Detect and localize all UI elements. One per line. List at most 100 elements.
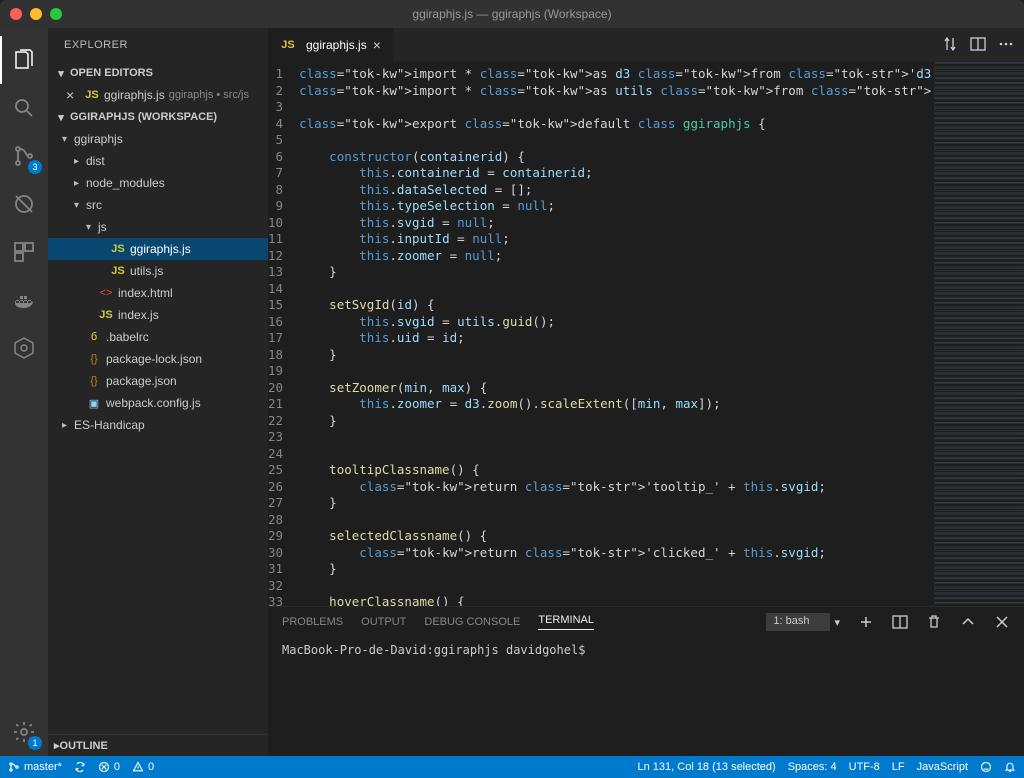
workspace-section[interactable]: ▾ GGIRAPHJS (WORKSPACE) bbox=[48, 106, 268, 128]
tree-item-label: webpack.config.js bbox=[106, 396, 201, 410]
open-editor-name: ggiraphjs.js bbox=[104, 88, 165, 102]
sb-errors[interactable]: 0 bbox=[98, 761, 120, 773]
tree-item-label: ggiraphjs.js bbox=[130, 242, 191, 256]
close-icon[interactable]: × bbox=[66, 87, 82, 103]
settings-icon[interactable]: 1 bbox=[0, 708, 48, 756]
file-icon: б bbox=[86, 331, 102, 343]
sb-cursor[interactable]: Ln 131, Col 18 (13 selected) bbox=[638, 761, 776, 773]
panel-tab-terminal[interactable]: TERMINAL bbox=[538, 614, 594, 630]
split-editor-icon[interactable] bbox=[970, 36, 986, 55]
sb-branch[interactable]: master* bbox=[8, 761, 62, 773]
chevron-down-icon: ▾ bbox=[54, 67, 68, 80]
tree-item-label: utils.js bbox=[130, 264, 163, 278]
tree-item[interactable]: <>index.html bbox=[48, 282, 268, 304]
chevron-down-icon: ▾ bbox=[54, 111, 68, 124]
tree-item[interactable]: JSindex.js bbox=[48, 304, 268, 326]
twisty-icon: ▾ bbox=[62, 134, 74, 145]
twisty-icon: ▾ bbox=[86, 222, 98, 233]
explorer-icon[interactable] bbox=[0, 36, 48, 84]
sb-lang[interactable]: JavaScript bbox=[917, 761, 968, 773]
maximize-panel-icon[interactable] bbox=[960, 614, 976, 630]
open-editor-path: ggiraphjs • src/js bbox=[169, 89, 249, 101]
open-editor-item[interactable]: × JS ggiraphjs.js ggiraphjs • src/js bbox=[48, 84, 268, 106]
open-editors-section[interactable]: ▾ OPEN EDITORS bbox=[48, 62, 268, 84]
terminal-prompt: MacBook-Pro-de-David:ggiraphjs davidgohe… bbox=[282, 643, 585, 657]
sidebar: EXPLORER ▾ OPEN EDITORS × JS ggiraphjs.j… bbox=[48, 28, 268, 756]
settings-badge: 1 bbox=[28, 736, 42, 750]
tree-item[interactable]: ▸dist bbox=[48, 150, 268, 172]
kubernetes-icon[interactable] bbox=[0, 324, 48, 372]
tree-item-label: node_modules bbox=[86, 176, 165, 190]
activity-bar: 3 1 bbox=[0, 28, 48, 756]
sb-bell-icon[interactable] bbox=[1004, 761, 1016, 773]
tree-item-label: .babelrc bbox=[106, 330, 149, 344]
file-icon: {} bbox=[86, 375, 102, 387]
tree-item[interactable]: ▣webpack.config.js bbox=[48, 392, 268, 414]
tree-item[interactable]: ▾src bbox=[48, 194, 268, 216]
code-editor[interactable]: 1234567891011121314151617181920212223242… bbox=[268, 62, 934, 606]
js-file-icon: JS bbox=[84, 89, 100, 101]
outline-section[interactable]: ▸ OUTLINE bbox=[48, 734, 268, 756]
panel-tab-debug[interactable]: DEBUG CONSOLE bbox=[424, 616, 520, 628]
file-icon: {} bbox=[86, 353, 102, 365]
tab-ggiraphjs[interactable]: JS ggiraphjs.js × bbox=[268, 28, 394, 62]
line-gutter: 1234567891011121314151617181920212223242… bbox=[268, 62, 299, 606]
compare-changes-icon[interactable] bbox=[942, 36, 958, 55]
sb-feedback-icon[interactable] bbox=[980, 761, 992, 773]
debug-icon[interactable] bbox=[0, 180, 48, 228]
file-icon: JS bbox=[110, 265, 126, 277]
close-window-button[interactable] bbox=[10, 8, 22, 20]
close-icon[interactable]: × bbox=[373, 37, 381, 53]
tree-item-label: ggiraphjs bbox=[74, 132, 123, 146]
scm-badge: 3 bbox=[28, 160, 42, 174]
sb-warnings[interactable]: 0 bbox=[132, 761, 154, 773]
split-terminal-icon[interactable] bbox=[892, 614, 908, 630]
tree-item[interactable]: ▾ggiraphjs bbox=[48, 128, 268, 150]
close-panel-icon[interactable] bbox=[994, 614, 1010, 630]
twisty-icon: ▸ bbox=[74, 156, 86, 167]
docker-icon[interactable] bbox=[0, 276, 48, 324]
tree-item-label: src bbox=[86, 198, 102, 212]
maximize-window-button[interactable] bbox=[50, 8, 62, 20]
extensions-icon[interactable] bbox=[0, 228, 48, 276]
status-bar: master* 0 0 Ln 131, Col 18 (13 selected)… bbox=[0, 756, 1024, 778]
tree-item-label: js bbox=[98, 220, 107, 234]
twisty-icon: ▾ bbox=[74, 200, 86, 211]
tree-item[interactable]: ▾js bbox=[48, 216, 268, 238]
code-content[interactable]: class="tok-kw">import * class="tok-kw">a… bbox=[299, 62, 934, 606]
titlebar: ggiraphjs.js — ggiraphjs (Workspace) bbox=[0, 0, 1024, 28]
tree-item[interactable]: JS ggiraphjs.js bbox=[48, 238, 268, 260]
tree-item[interactable]: JS utils.js bbox=[48, 260, 268, 282]
search-icon[interactable] bbox=[0, 84, 48, 132]
terminal-select[interactable]: 1: bash bbox=[766, 613, 830, 631]
panel-tab-output[interactable]: OUTPUT bbox=[361, 616, 406, 628]
tab-bar: JS ggiraphjs.js × bbox=[268, 28, 1024, 62]
minimize-window-button[interactable] bbox=[30, 8, 42, 20]
panel-tab-problems[interactable]: PROBLEMS bbox=[282, 616, 343, 628]
new-terminal-icon[interactable] bbox=[858, 614, 874, 630]
window-title: ggiraphjs.js — ggiraphjs (Workspace) bbox=[412, 7, 611, 21]
tree-item[interactable]: ▸ES-Handicap bbox=[48, 414, 268, 436]
tree-item[interactable]: б .babelrc bbox=[48, 326, 268, 348]
tab-label: ggiraphjs.js bbox=[306, 38, 367, 52]
file-icon: JS bbox=[110, 243, 126, 255]
tree-item-label: package.json bbox=[106, 374, 177, 388]
file-icon: <> bbox=[98, 287, 114, 299]
scm-icon[interactable]: 3 bbox=[0, 132, 48, 180]
sidebar-title: EXPLORER bbox=[48, 28, 268, 62]
sb-encoding[interactable]: UTF-8 bbox=[849, 761, 880, 773]
sb-eol[interactable]: LF bbox=[892, 761, 905, 773]
minimap[interactable] bbox=[934, 62, 1024, 606]
trash-icon[interactable] bbox=[926, 614, 942, 630]
tree-item-label: package-lock.json bbox=[106, 352, 202, 366]
tree-item[interactable]: {} package.json bbox=[48, 370, 268, 392]
sb-sync[interactable] bbox=[74, 761, 86, 773]
tree-item-label: ES-Handicap bbox=[74, 418, 145, 432]
terminal-body[interactable]: MacBook-Pro-de-David:ggiraphjs davidgohe… bbox=[268, 637, 1024, 756]
more-icon[interactable] bbox=[998, 36, 1014, 55]
sb-spaces[interactable]: Spaces: 4 bbox=[788, 761, 837, 773]
tree-item-label: dist bbox=[86, 154, 105, 168]
tree-item[interactable]: {} package-lock.json bbox=[48, 348, 268, 370]
tree-item[interactable]: ▸node_modules bbox=[48, 172, 268, 194]
file-tree: ▾ggiraphjs▸dist▸node_modules▾src▾jsJSggi… bbox=[48, 128, 268, 436]
